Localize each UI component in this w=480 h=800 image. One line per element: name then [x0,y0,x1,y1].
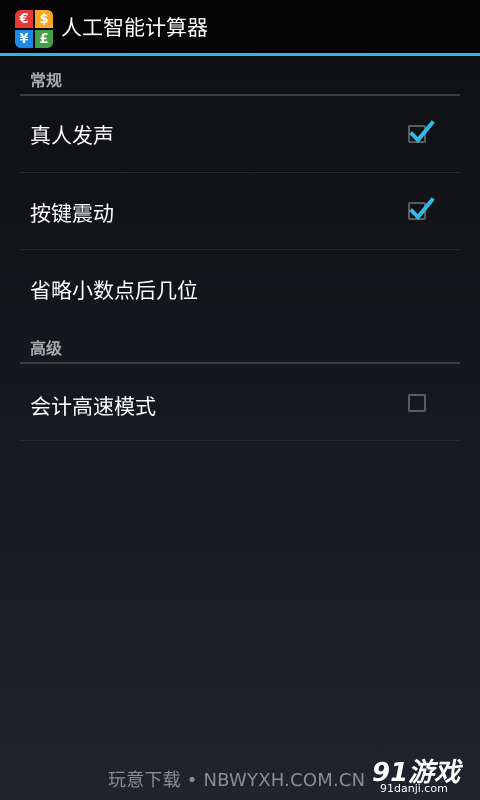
section-header-general: 常规 [20,58,460,96]
pref-item-label: 真人发声 [30,124,114,148]
site-logo: 91游戏 91danji.com [372,752,472,795]
app-icon: € $ ¥ £ [15,10,53,48]
dollar-icon: $ [35,10,53,28]
pref-item-accounting-mode[interactable]: 会计高速模式 [20,364,460,441]
pref-item-vibrate[interactable]: 按键震动 [20,173,460,250]
pref-item-decimals[interactable]: 省略小数点后几位 [20,250,460,326]
euro-icon: € [15,10,33,28]
checkmark-icon [409,120,435,143]
action-bar: € $ ¥ £ 人工智能计算器 [0,0,480,56]
section-header-advanced: 高级 [20,326,460,364]
checkmark-icon [409,197,435,220]
pref-item-label: 省略小数点后几位 [30,279,198,303]
section-header-label: 高级 [30,339,63,358]
app-title: 人工智能计算器 [61,16,208,40]
voice-checkbox[interactable] [408,120,435,143]
yen-icon: ¥ [15,30,33,48]
pref-item-label: 按键震动 [30,202,114,226]
pound-icon: £ [35,30,53,48]
pref-item-voice[interactable]: 真人发声 [20,96,460,173]
accounting-mode-checkbox[interactable] [408,394,426,412]
logo-sub-text: 91danji.com [380,782,448,795]
vibrate-checkbox[interactable] [408,197,435,220]
watermark-text: 玩意下载 • NBWYXH.COM.CN [108,770,366,791]
section-header-label: 常规 [30,71,63,90]
pref-item-label: 会计高速模式 [30,395,156,419]
